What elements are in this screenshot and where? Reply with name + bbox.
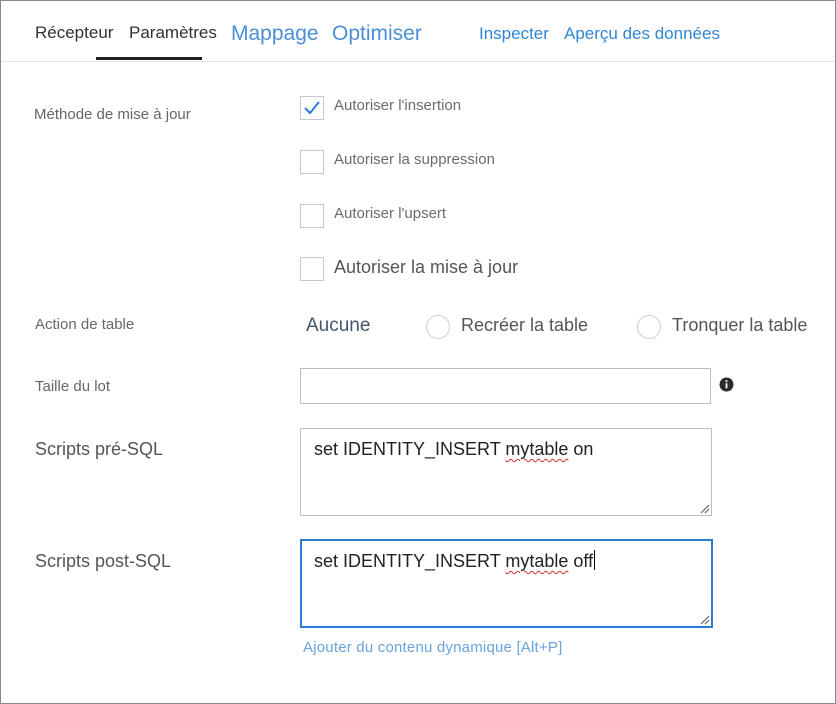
pre-sql-textarea[interactable]: set IDENTITY_INSERT mytable on bbox=[300, 428, 712, 516]
post-sql-suffix: off bbox=[568, 551, 594, 571]
resize-grip-icon[interactable] bbox=[698, 613, 710, 625]
radio-label-truncate[interactable]: Tronquer la table bbox=[672, 315, 807, 336]
spellcheck-word: mytable bbox=[505, 551, 569, 571]
checkbox-box[interactable] bbox=[300, 96, 324, 120]
checkbox-box[interactable] bbox=[300, 204, 324, 228]
post-sql-prefix: set IDENTITY_INSERT bbox=[314, 551, 506, 571]
checkbox-box[interactable] bbox=[300, 257, 324, 281]
radio-label-recreate[interactable]: Recréer la table bbox=[461, 315, 588, 336]
pre-sql-text: set IDENTITY_INSERT mytable on bbox=[314, 439, 593, 460]
checkbox-box[interactable] bbox=[300, 150, 324, 174]
checkbox-label: Autoriser l'upsert bbox=[334, 205, 447, 222]
tab-apercu-donnees[interactable]: Aperçu des données bbox=[564, 24, 720, 44]
resize-grip-icon[interactable] bbox=[698, 502, 710, 514]
post-sql-label: Scripts post-SQL bbox=[35, 551, 172, 571]
batch-size-input[interactable] bbox=[300, 368, 711, 404]
batch-size-label: Taille du lot bbox=[35, 378, 111, 395]
pre-sql-prefix: set IDENTITY_INSERT bbox=[314, 439, 506, 459]
tab-mappage[interactable]: Mappage bbox=[231, 22, 319, 46]
update-method-label: Méthode de mise à jour bbox=[34, 106, 191, 123]
tab-bar: Récepteur Paramètres Mappage Optimiser I… bbox=[1, 1, 835, 62]
text-caret bbox=[594, 550, 596, 570]
radio-button-recreate[interactable] bbox=[426, 315, 450, 339]
post-sql-text: set IDENTITY_INSERT mytable off bbox=[314, 550, 596, 572]
settings-panel: Récepteur Paramètres Mappage Optimiser I… bbox=[0, 0, 836, 704]
spellcheck-word: mytable bbox=[505, 439, 569, 459]
post-sql-textarea[interactable]: set IDENTITY_INSERT mytable off bbox=[300, 539, 713, 628]
pre-sql-label: Scripts pré-SQL bbox=[35, 439, 164, 459]
add-dynamic-content-link[interactable]: Ajouter du contenu dynamique [Alt+P] bbox=[303, 639, 562, 656]
checkbox-label: Autoriser l'insertion bbox=[334, 97, 462, 114]
radio-option-aucune[interactable]: Aucune bbox=[306, 315, 370, 337]
checkmark-icon bbox=[304, 101, 320, 115]
tab-inspecter[interactable]: Inspecter bbox=[479, 24, 549, 44]
checkbox-label: Autoriser la suppression bbox=[334, 151, 495, 168]
radio-button-truncate[interactable] bbox=[637, 315, 661, 339]
info-icon[interactable] bbox=[719, 377, 734, 392]
tab-parametres[interactable]: Paramètres bbox=[129, 23, 217, 43]
checkbox-label: Autoriser la mise à jour bbox=[334, 257, 519, 277]
tab-optimiser[interactable]: Optimiser bbox=[332, 22, 422, 46]
tab-recepteur[interactable]: Récepteur bbox=[35, 23, 113, 43]
active-tab-indicator bbox=[96, 57, 202, 60]
pre-sql-suffix: on bbox=[568, 439, 594, 459]
table-action-label: Action de table bbox=[35, 316, 135, 333]
